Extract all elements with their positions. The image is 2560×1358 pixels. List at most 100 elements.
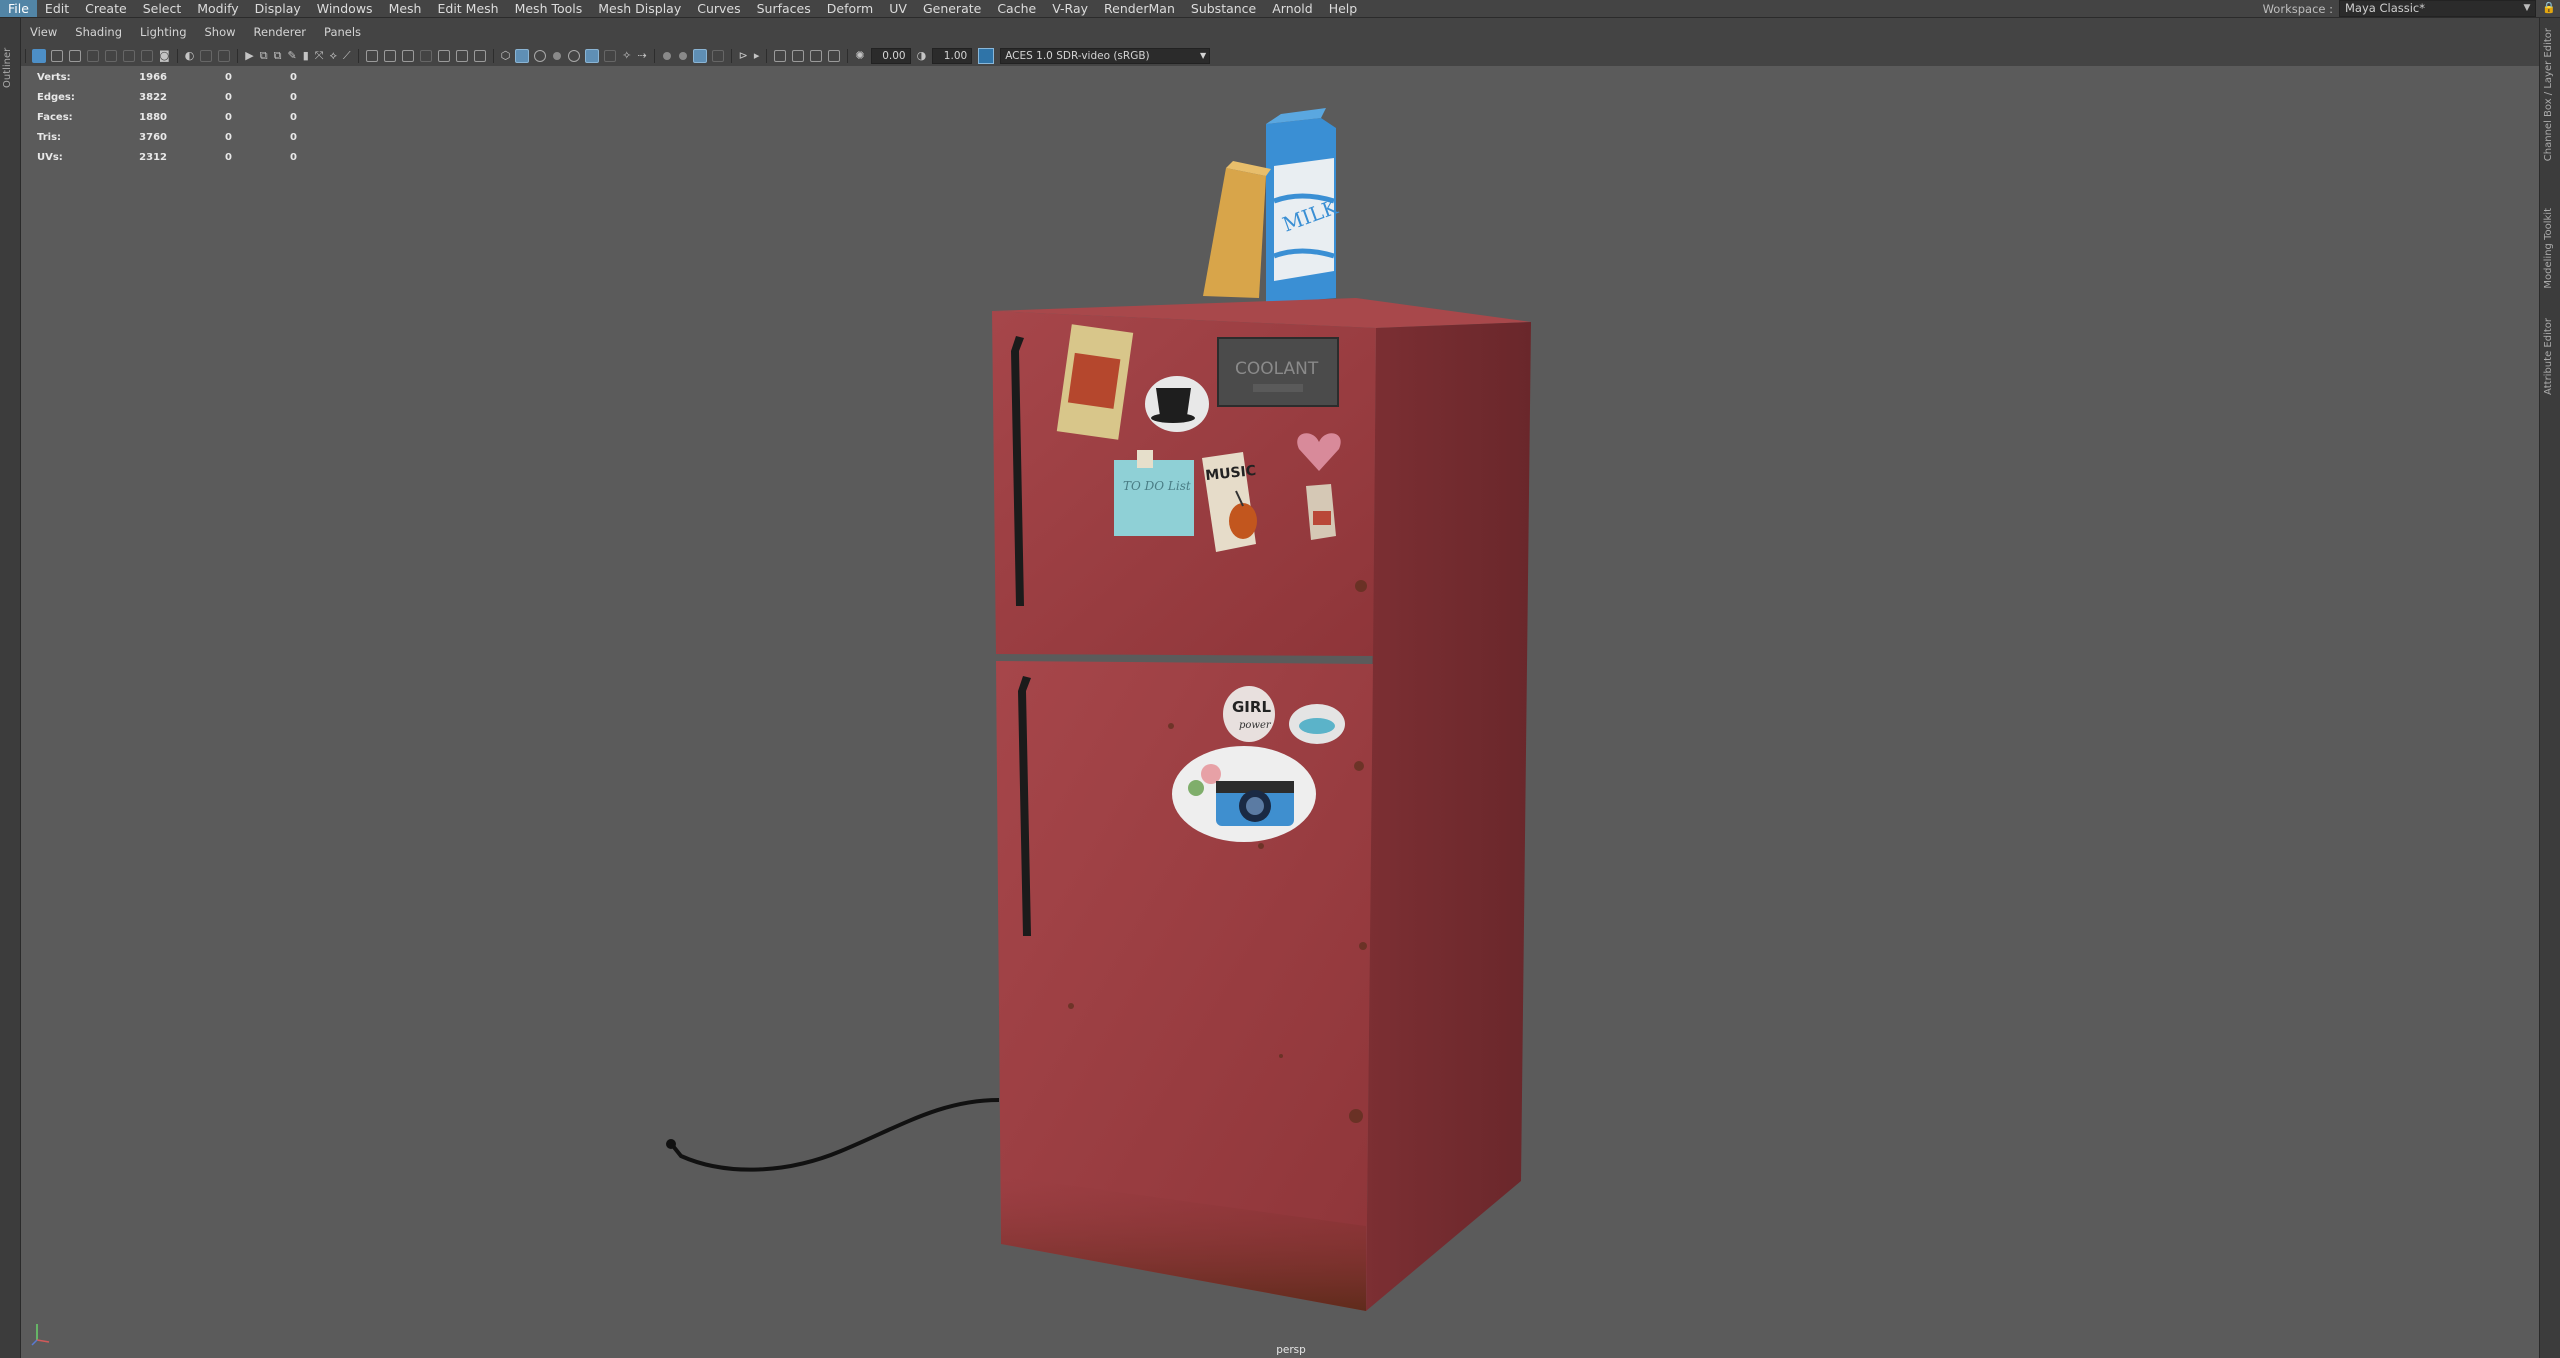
anti-aliasing-icon[interactable] — [692, 49, 707, 63]
menu-generate[interactable]: Generate — [915, 0, 989, 17]
menu-uv[interactable]: UV — [881, 0, 915, 17]
color-management-icon[interactable] — [978, 48, 995, 64]
menu-substance[interactable]: Substance — [1183, 0, 1264, 17]
ambient-occlusion-icon[interactable] — [662, 52, 671, 60]
exposure-icon[interactable]: ✺ — [855, 49, 864, 63]
film-gate-icon[interactable]: ◐ — [185, 49, 195, 63]
image-plane-icon[interactable] — [87, 50, 99, 62]
panel-menu-view[interactable]: View — [21, 25, 66, 39]
textured-icon[interactable] — [534, 50, 547, 62]
smooth-shade-icon[interactable] — [515, 49, 530, 63]
menu-cache[interactable]: Cache — [989, 0, 1044, 17]
2d-pan-icon[interactable] — [105, 50, 117, 62]
menu-mesh-tools[interactable]: Mesh Tools — [507, 0, 591, 17]
gamma-field[interactable]: 1.00 — [932, 48, 973, 64]
depth-of-field-icon[interactable] — [711, 50, 724, 62]
safe-title-icon[interactable]: ⧉ — [274, 49, 282, 63]
menu-help[interactable]: Help — [1321, 0, 1366, 17]
menu-renderman[interactable]: RenderMan — [1096, 0, 1183, 17]
exposure-field[interactable]: 0.00 — [870, 48, 911, 64]
four-view-icon[interactable] — [437, 50, 450, 62]
viewport-persp[interactable]: MILK COOLANT TO DO List MUSIC GIRL power… — [21, 66, 2539, 1358]
camera-sequencer-icon[interactable] — [774, 50, 787, 62]
panel-menu-renderer[interactable]: Renderer — [245, 25, 316, 39]
film-gate-toggle-icon[interactable] — [792, 50, 805, 62]
safe-frame-icon[interactable] — [828, 50, 841, 62]
right-panel-strip: Channel Box / Layer Editor Modeling Tool… — [2539, 18, 2560, 1358]
use-lights-icon[interactable] — [553, 52, 562, 60]
lightbulb-icon[interactable]: ✧ — [622, 49, 631, 63]
menu-windows[interactable]: Windows — [309, 0, 381, 17]
camera-attributes-icon[interactable] — [51, 50, 63, 62]
pencil-icon[interactable]: ✎ — [287, 49, 296, 63]
hud-value: 0 — [290, 72, 297, 83]
hud-row: Faces: 1880 0 0 — [37, 108, 297, 128]
layout-icon[interactable] — [419, 50, 432, 62]
hud-value: 2312 — [139, 152, 167, 163]
attribute-editor-tab[interactable]: Attribute Editor — [2543, 318, 2554, 395]
modeling-toolkit-tab[interactable]: Modeling Toolkit — [2543, 208, 2554, 289]
resolution-gate-icon[interactable] — [200, 50, 213, 62]
camera-icon[interactable]: ◙ — [159, 49, 170, 63]
xray-joints-icon[interactable] — [604, 50, 617, 62]
menu-mesh[interactable]: Mesh — [381, 0, 430, 17]
brush-icon[interactable]: ⟋ — [343, 49, 351, 63]
transform-icon[interactable]: ⤧ — [315, 49, 324, 63]
graph-persp-icon[interactable] — [473, 50, 486, 62]
gamma-icon[interactable]: ◑ — [917, 49, 927, 63]
wireframe-icon[interactable]: ⬡ — [501, 49, 511, 63]
safe-action-icon[interactable]: ⧉ — [260, 49, 268, 63]
xray-icon[interactable] — [585, 49, 600, 63]
grid-icon[interactable] — [365, 50, 378, 62]
bookmark-flag-icon[interactable]: ▮ — [303, 49, 309, 63]
hud-label: UVs: — [37, 152, 63, 163]
menu-file[interactable]: File — [0, 0, 37, 17]
workspace-dropdown[interactable]: Maya Classic* ▼ — [2339, 0, 2536, 17]
hud-row: Edges: 3822 0 0 — [37, 88, 297, 108]
single-view-icon[interactable] — [383, 50, 396, 62]
isolate-icon[interactable]: ⇢ — [637, 49, 646, 63]
lock-icon[interactable]: 🔒 — [2542, 1, 2556, 15]
grid-toggle-icon[interactable] — [141, 50, 153, 62]
snap-icon[interactable]: ⟡ — [330, 49, 337, 63]
menu-edit[interactable]: Edit — [37, 0, 77, 17]
menu-v-ray[interactable]: V-Ray — [1044, 0, 1096, 17]
select-camera-icon[interactable] — [32, 49, 46, 63]
outliner-tab[interactable]: Outliner — [2, 38, 18, 98]
hud-value: 0 — [225, 92, 232, 103]
menu-display[interactable]: Display — [247, 0, 309, 17]
field-chart-icon[interactable]: ▶ — [245, 49, 253, 63]
menu-create[interactable]: Create — [77, 0, 135, 17]
menu-arnold[interactable]: Arnold — [1264, 0, 1320, 17]
shadows-icon[interactable] — [568, 50, 581, 62]
menu-deform[interactable]: Deform — [819, 0, 881, 17]
panel-menu-panels[interactable]: Panels — [315, 25, 370, 39]
hud-label: Edges: — [37, 92, 75, 103]
outliner-persp-icon[interactable] — [455, 50, 468, 62]
menu-curves[interactable]: Curves — [689, 0, 748, 17]
coolant-label: COOLANT — [1235, 359, 1319, 379]
viewport-toolbar: ◙ ◐ ▶ ⧉ ⧉ ✎ ▮ ⤧ ⟡ ⟋ ⬡ ✧ ⇢ ⊳ ▸ ✺ 0.00 ◑ 1… — [21, 46, 2539, 66]
menu-edit-mesh[interactable]: Edit Mesh — [429, 0, 506, 17]
chevron-down-icon: ▼ — [2523, 3, 2531, 13]
panel-menu-lighting[interactable]: Lighting — [131, 25, 195, 39]
two-view-icon[interactable] — [401, 50, 414, 62]
menu-surfaces[interactable]: Surfaces — [749, 0, 819, 17]
motion-blur-icon[interactable] — [678, 52, 687, 60]
resolution-toggle-icon[interactable] — [810, 50, 823, 62]
fridge-side — [1366, 322, 1531, 1311]
menu-modify[interactable]: Modify — [189, 0, 246, 17]
girl-label: GIRL — [1232, 698, 1271, 716]
panel-menu-show[interactable]: Show — [196, 25, 245, 39]
menu-select[interactable]: Select — [135, 0, 190, 17]
gate-mask-icon[interactable] — [218, 50, 231, 62]
channel-box-tab[interactable]: Channel Box / Layer Editor — [2543, 28, 2554, 161]
panel-menu-shading[interactable]: Shading — [66, 25, 131, 39]
isolate-select-icon[interactable]: ⊳ — [739, 49, 748, 63]
color-space-dropdown[interactable]: ACES 1.0 SDR-video (sRGB) ▼ — [1000, 48, 1211, 64]
xray-active-icon[interactable]: ▸ — [754, 49, 760, 63]
hud-value: 1966 — [139, 72, 167, 83]
menu-mesh-display[interactable]: Mesh Display — [590, 0, 689, 17]
grease-pencil-icon[interactable] — [123, 50, 135, 62]
bookmark-icon[interactable] — [69, 50, 81, 62]
